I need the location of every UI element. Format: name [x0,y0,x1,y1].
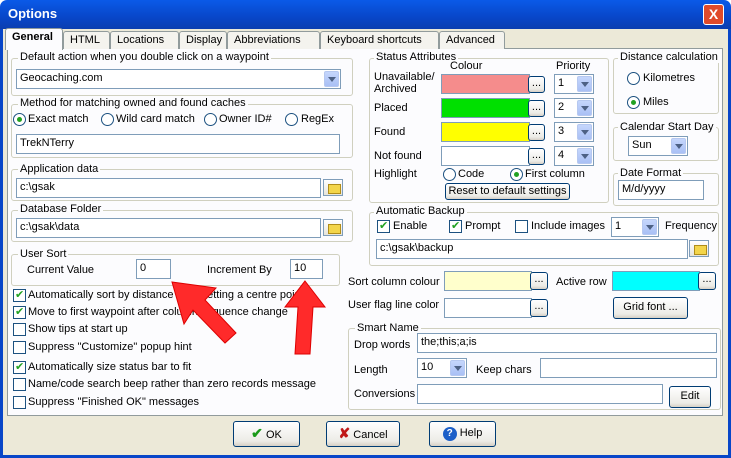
red-arrow-icon [283,280,327,355]
tab-general[interactable]: General [5,28,63,50]
red-arrow-icon [171,281,237,344]
annotation-arrows [171,280,327,355]
